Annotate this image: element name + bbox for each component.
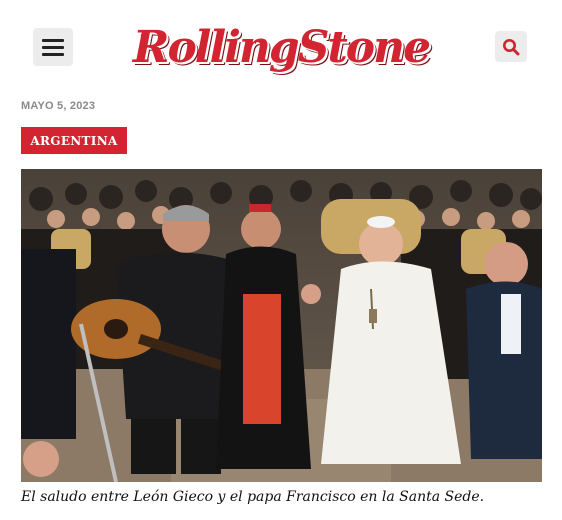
logo-text: RollingStone [132,21,431,73]
menu-button[interactable] [33,28,73,66]
category-tag[interactable]: ARGENTINA [21,127,127,154]
hamburger-line [42,45,64,49]
photo-illustration [21,169,542,482]
hamburger-line [42,38,64,42]
site-header: RollingStone [0,0,562,92]
search-icon [503,38,520,55]
hamburger-line [42,52,64,56]
site-logo[interactable]: RollingStone [128,14,434,80]
photo-caption: El saludo entre León Gieco y el papa Fra… [21,489,485,505]
article-date: MAYO 5, 2023 [21,100,96,112]
search-button[interactable] [495,31,527,62]
article-photo [21,169,542,482]
